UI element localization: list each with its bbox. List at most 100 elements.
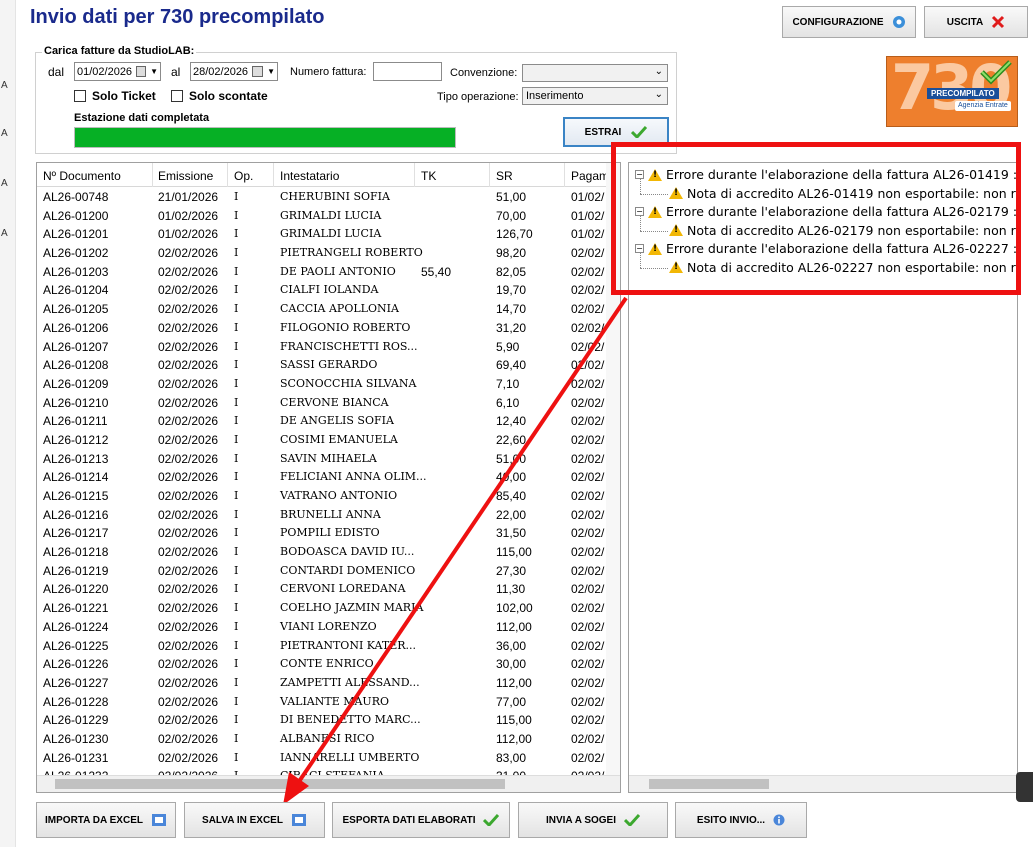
table-row[interactable]: AL26-01228 02/02/2026 I VALIANTE MAURO 77,00… xyxy=(37,692,620,711)
warning-icon xyxy=(648,168,662,181)
table-cell: 02/02/2026 xyxy=(158,283,219,298)
table-row[interactable]: AL26-01219 02/02/2026 I CONTARDI DOMENICO 27… xyxy=(37,561,620,580)
table-cell: I xyxy=(234,246,239,260)
table-row[interactable]: AL26-01205 02/02/2026 I CACCIA APOLLONIA 14,… xyxy=(37,299,620,318)
solo-scontate-checkbox[interactable]: Solo scontate xyxy=(171,89,268,103)
table-cell: 02/02/ xyxy=(571,694,605,709)
table-row[interactable]: AL26-01218 02/02/2026 I BODOASCA DAVID IU..… xyxy=(37,542,620,561)
table-row[interactable]: AL26-01200 01/02/2026 I GRIMALDI LUCIA 70,00… xyxy=(37,206,620,225)
table-row[interactable]: AL26-01231 02/02/2026 I IANNARELLI UMBERTO 8… xyxy=(37,748,620,767)
table-row[interactable]: AL26-01203 02/02/2026 I DE PAOLI ANTONIO 55,… xyxy=(37,262,620,281)
tree-item-text: Errore durante l'elaborazione della fatt… xyxy=(666,241,1018,256)
col-header-emissione[interactable]: Emissione xyxy=(158,169,213,183)
table-cell: 02/02/2026 xyxy=(158,470,219,485)
table-row[interactable]: AL26-01213 02/02/2026 I SAVIN MIHAELA 51,00 0… xyxy=(37,449,620,468)
table-cell: 83,00 xyxy=(496,750,527,765)
tree-note-item[interactable]: Nota di accredito AL26-02227 non esporta… xyxy=(669,260,1017,275)
col-header-op[interactable]: Op. xyxy=(234,169,253,183)
uscita-button[interactable]: USCITA xyxy=(924,6,1028,38)
table-cell: CHERUBINI SOFIA xyxy=(280,190,390,203)
progress-bar xyxy=(74,127,456,148)
horizontal-scrollbar[interactable] xyxy=(629,775,1017,792)
tree-error-item[interactable]: −Errore durante l'elaborazione della fat… xyxy=(635,167,1017,182)
table-row[interactable]: AL26-01212 02/02/2026 I COSIMI EMANUELA 22,6… xyxy=(37,430,620,449)
table-row[interactable]: AL26-01227 02/02/2026 I ZAMPETTI ALESSAND..… xyxy=(37,673,620,692)
side-tab[interactable] xyxy=(1016,772,1033,802)
table-cell: I xyxy=(234,470,239,484)
table-cell: I xyxy=(234,451,239,465)
tree-error-item[interactable]: −Errore durante l'elaborazione della fat… xyxy=(635,241,1018,256)
table-row[interactable]: AL26-01201 01/02/2026 I GRIMALDI LUCIA 126,7… xyxy=(37,224,620,243)
col-header-intestatario[interactable]: Intestatario xyxy=(280,169,339,183)
al-date-picker[interactable]: 28/02/2026 ▼ xyxy=(190,62,278,81)
horizontal-scrollbar[interactable] xyxy=(37,775,620,792)
convenzione-select[interactable]: ⌄ xyxy=(522,64,668,82)
table-cell: I xyxy=(234,713,239,727)
table-row[interactable]: AL26-01226 02/02/2026 I CONTE ENRICO 30,00 02… xyxy=(37,654,620,673)
table-cell: 02/02/ xyxy=(571,713,605,728)
table-cell: 02/02/ xyxy=(571,451,605,466)
table-cell: I xyxy=(234,619,239,633)
table-row[interactable]: AL26-00748 21/01/2026 I CHERUBINI SOFIA 51,0… xyxy=(37,187,620,206)
left-strip-text: A xyxy=(1,128,8,139)
table-row[interactable]: AL26-01214 02/02/2026 I FELICIANI ANNA OLIM… xyxy=(37,467,620,486)
col-header-tk[interactable]: TK xyxy=(421,169,436,183)
table-row[interactable]: AL26-01202 02/02/2026 I PIETRANGELI ROBERTO… xyxy=(37,243,620,262)
table-row[interactable]: AL26-01209 02/02/2026 I SCONOCCHIA SILVANA 7… xyxy=(37,374,620,393)
error-tree[interactable]: −Errore durante l'elaborazione della fat… xyxy=(628,162,1018,793)
invia-sogei-button[interactable]: INVIA A SOGEI xyxy=(518,802,668,838)
table-cell: 02/02/2026 xyxy=(158,451,219,466)
scroll-thumb[interactable] xyxy=(55,779,505,789)
table-row[interactable]: AL26-01224 02/02/2026 I VIANI LORENZO 112,00… xyxy=(37,617,620,636)
estrai-button[interactable]: ESTRAI xyxy=(563,117,669,147)
solo-ticket-checkbox[interactable]: Solo Ticket xyxy=(74,89,156,103)
table-row[interactable]: AL26-01230 02/02/2026 I ALBANESI RICO 112,00… xyxy=(37,729,620,748)
table-row[interactable]: AL26-01225 02/02/2026 I PIETRANTONI KATER..… xyxy=(37,636,620,655)
col-header-documento[interactable]: Nº Documento xyxy=(43,169,121,183)
tree-note-item[interactable]: Nota di accredito AL26-02179 non esporta… xyxy=(669,223,1017,238)
table-cell: 02/02/2026 xyxy=(158,675,219,690)
numero-fattura-input[interactable] xyxy=(373,62,442,81)
dal-date-picker[interactable]: 01/02/2026 ▼ xyxy=(74,62,161,81)
table-cell: 40,00 xyxy=(496,470,527,485)
numero-fattura-label: Numero fattura: xyxy=(290,66,367,78)
table-cell: 02/02/2026 xyxy=(158,563,219,578)
table-cell: 02/02/2026 xyxy=(158,489,219,503)
configurazione-button[interactable]: CONFIGURAZIONE xyxy=(782,6,916,38)
table-row[interactable]: AL26-01210 02/02/2026 I CERVONE BIANCA 6,10 0… xyxy=(37,393,620,412)
table-row[interactable]: AL26-01207 02/02/2026 I FRANCISCHETTI ROS..… xyxy=(37,337,620,356)
tree-note-item[interactable]: Nota di accredito AL26-01419 non esporta… xyxy=(669,186,1017,201)
esporta-label: ESPORTA DATI ELABORATI xyxy=(342,814,476,826)
table-row[interactable]: AL26-01204 02/02/2026 I CIALFI IOLANDA 19,70… xyxy=(37,280,620,299)
table-row[interactable]: AL26-01220 02/02/2026 I CERVONI LOREDANA 11,… xyxy=(37,579,620,598)
esito-invio-button[interactable]: ESITO INVIO... xyxy=(675,802,807,838)
chevron-down-icon: ▼ xyxy=(267,67,275,76)
tipo-operazione-select[interactable]: Inserimento ⌄ xyxy=(522,87,668,105)
tree-error-item[interactable]: −Errore durante l'elaborazione della fat… xyxy=(635,204,1017,219)
salva-excel-button[interactable]: SALVA IN EXCEL xyxy=(184,802,325,838)
col-header-pagamento[interactable]: Pagam xyxy=(571,169,609,183)
table-cell: I xyxy=(234,358,239,372)
table-cell: I xyxy=(234,395,239,409)
table-row[interactable]: AL26-01215 02/02/2026 I VATRANO ANTONIO 85,4… xyxy=(37,486,620,505)
table-cell: AL26-01228 xyxy=(43,694,109,709)
table-cell: 02/02/ xyxy=(571,339,605,354)
table-row[interactable]: AL26-01217 02/02/2026 I POMPILI EDISTO 31,50… xyxy=(37,523,620,542)
table-row[interactable]: AL26-01229 02/02/2026 I DI BENEDETTO MARC..… xyxy=(37,710,620,729)
table-cell: IANNARELLI UMBERTO xyxy=(280,750,420,764)
scroll-thumb[interactable] xyxy=(649,779,769,789)
table-cell: CERVONI LOREDANA xyxy=(280,582,406,596)
importa-excel-button[interactable]: IMPORTA DA EXCEL xyxy=(36,802,176,838)
table-row[interactable]: AL26-01216 02/02/2026 I BRUNELLI ANNA 22,00 0… xyxy=(37,505,620,524)
table-row[interactable]: AL26-01206 02/02/2026 I FILOGONIO ROBERTO 31… xyxy=(37,318,620,337)
table-cell: 69,40 xyxy=(496,358,527,373)
col-header-sr[interactable]: SR xyxy=(496,169,513,183)
table-row[interactable]: AL26-01211 02/02/2026 I DE ANGELIS SOFIA 12,… xyxy=(37,411,620,430)
esporta-dati-button[interactable]: ESPORTA DATI ELABORATI xyxy=(332,802,510,838)
table-cell: 02/02/ xyxy=(571,358,605,373)
table-row[interactable]: AL26-01208 02/02/2026 I SASSI GERARDO 69,40 0… xyxy=(37,355,620,374)
invoice-grid[interactable]: Nº Documento Emissione Op. Intestatario … xyxy=(36,162,621,793)
table-cell: I xyxy=(234,657,239,671)
table-row[interactable]: AL26-01221 02/02/2026 I COELHO JAZMIN MARIA… xyxy=(37,598,620,617)
vertical-scrollbar[interactable] xyxy=(606,163,620,776)
